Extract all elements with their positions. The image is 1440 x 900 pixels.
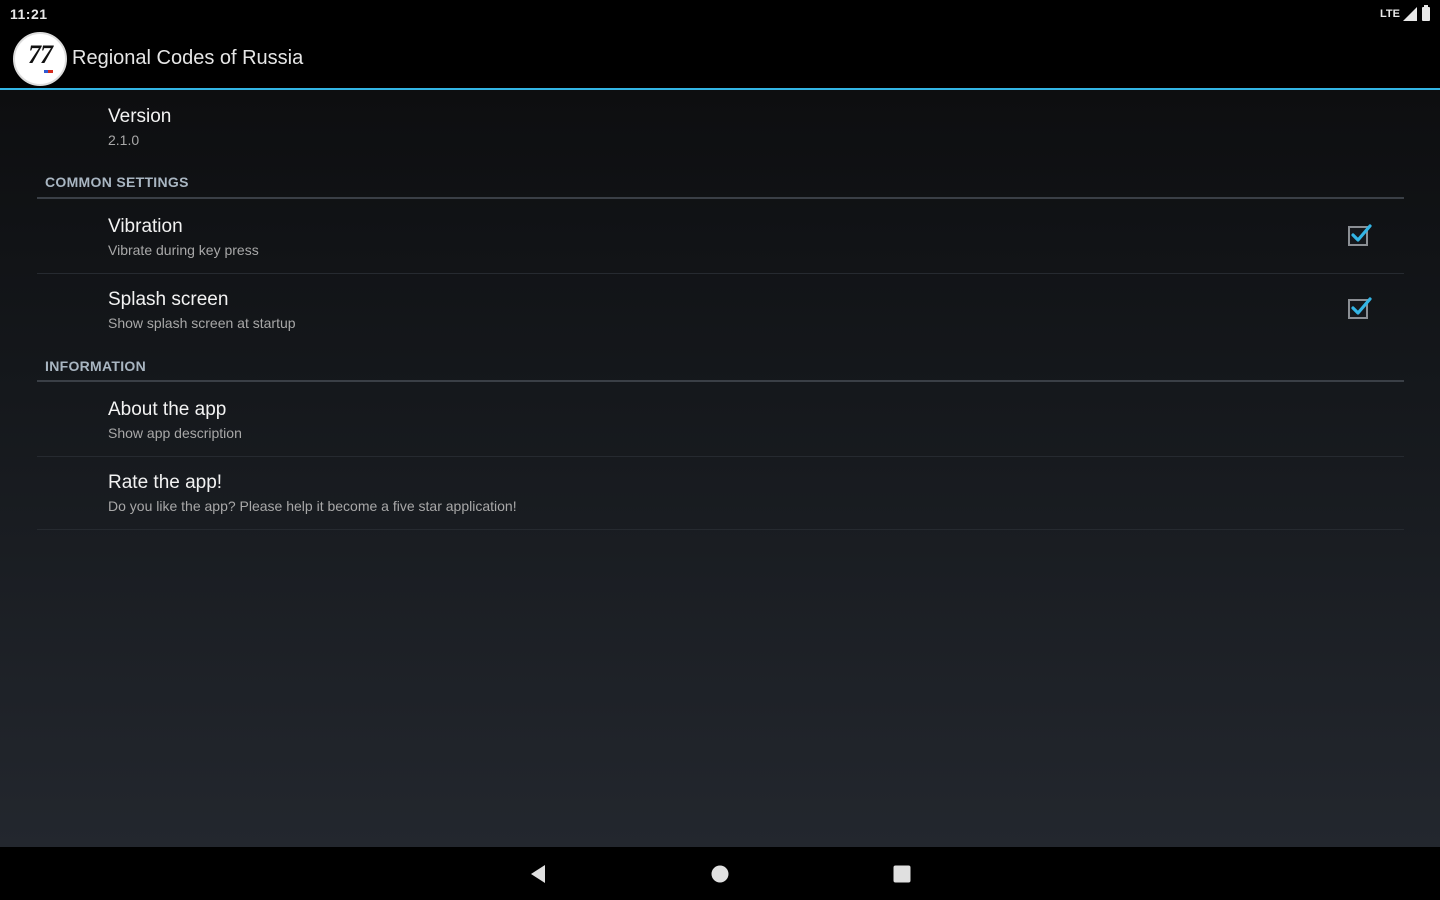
battery-icon: [1422, 5, 1430, 21]
status-icons: LTE: [1380, 5, 1430, 22]
pref-version-title: Version: [108, 106, 172, 127]
app-logo-number: 77: [28, 40, 53, 69]
back-icon: [531, 865, 545, 883]
recents-button[interactable]: [891, 863, 913, 885]
category-information: INFORMATION: [45, 358, 147, 374]
pref-splash-summary: Show splash screen at startup: [108, 315, 296, 331]
category-divider: [37, 197, 1404, 199]
signal-icon: [1403, 7, 1417, 21]
checkmark-icon: [1351, 224, 1372, 242]
pref-vibration-title: Vibration: [108, 216, 183, 237]
navigation-bar: [0, 847, 1440, 900]
pref-rate-title: Rate the app!: [108, 472, 223, 493]
pref-vibration-summary: Vibrate during key press: [108, 242, 259, 258]
splash-screen-checkbox[interactable]: [1348, 297, 1372, 319]
pref-version[interactable]: Version 2.1.0: [37, 98, 1404, 160]
pref-rate-app[interactable]: Rate the app! Do you like the app? Pleas…: [37, 457, 1404, 529]
back-button[interactable]: [527, 863, 549, 885]
app-logo-icon[interactable]: 77: [13, 32, 67, 86]
pref-splash-title: Splash screen: [108, 289, 229, 310]
pref-about-title: About the app: [108, 399, 227, 420]
pref-rate-summary: Do you like the app? Please help it beco…: [108, 498, 517, 514]
pref-about-app[interactable]: About the app Show app description: [37, 383, 1404, 455]
network-type-label: LTE: [1380, 8, 1400, 20]
vibration-checkbox[interactable]: [1348, 224, 1372, 246]
screen: 11:21 LTE 77 Regional Codes of Russia Ve…: [0, 0, 1440, 900]
item-divider: [37, 529, 1404, 530]
checkmark-icon: [1351, 297, 1372, 315]
pref-vibration[interactable]: Vibration Vibrate during key press: [37, 200, 1404, 272]
category-divider: [37, 380, 1404, 382]
status-time: 11:21: [10, 6, 48, 22]
pref-version-summary: 2.1.0: [108, 132, 140, 148]
status-bar: 11:21 LTE: [0, 0, 1440, 28]
home-button[interactable]: [709, 863, 731, 885]
preferences-list: Version 2.1.0 COMMON SETTINGS Vibration …: [0, 90, 1440, 847]
pref-splash-screen[interactable]: Splash screen Show splash screen at star…: [37, 274, 1404, 346]
pref-about-summary: Show app description: [108, 425, 242, 441]
home-icon: [711, 865, 729, 883]
russian-flag-icon: [39, 70, 54, 73]
category-common-settings: COMMON SETTINGS: [45, 174, 189, 190]
recents-icon: [893, 865, 911, 883]
action-bar: 77 Regional Codes of Russia: [0, 28, 1440, 88]
app-title: Regional Codes of Russia: [72, 47, 304, 69]
